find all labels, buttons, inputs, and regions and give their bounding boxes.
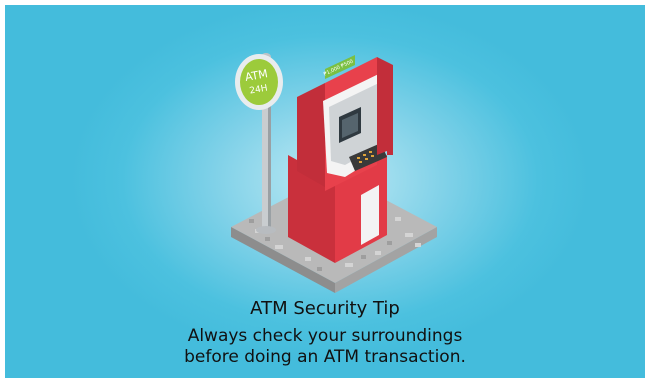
atm-kiosk: ₱1,000 ₱500 xyxy=(288,55,393,263)
image-frame: ATM 24H ₱1,000 ₱500 ATM Security Tip Alw… xyxy=(0,0,650,383)
atm-kiosk-illustration: ATM 24H ₱1,000 ₱500 xyxy=(231,53,437,293)
tip-message-line-1: Always check your surroundings xyxy=(187,326,463,346)
tip-title: ATM Security Tip xyxy=(250,298,400,319)
tip-message-line-2: before doing an ATM transaction. xyxy=(184,347,466,367)
tip-message: Always check your surroundings before do… xyxy=(5,326,645,368)
security-tip-card: ATM 24H ₱1,000 ₱500 ATM Security Tip Alw… xyxy=(5,5,645,378)
